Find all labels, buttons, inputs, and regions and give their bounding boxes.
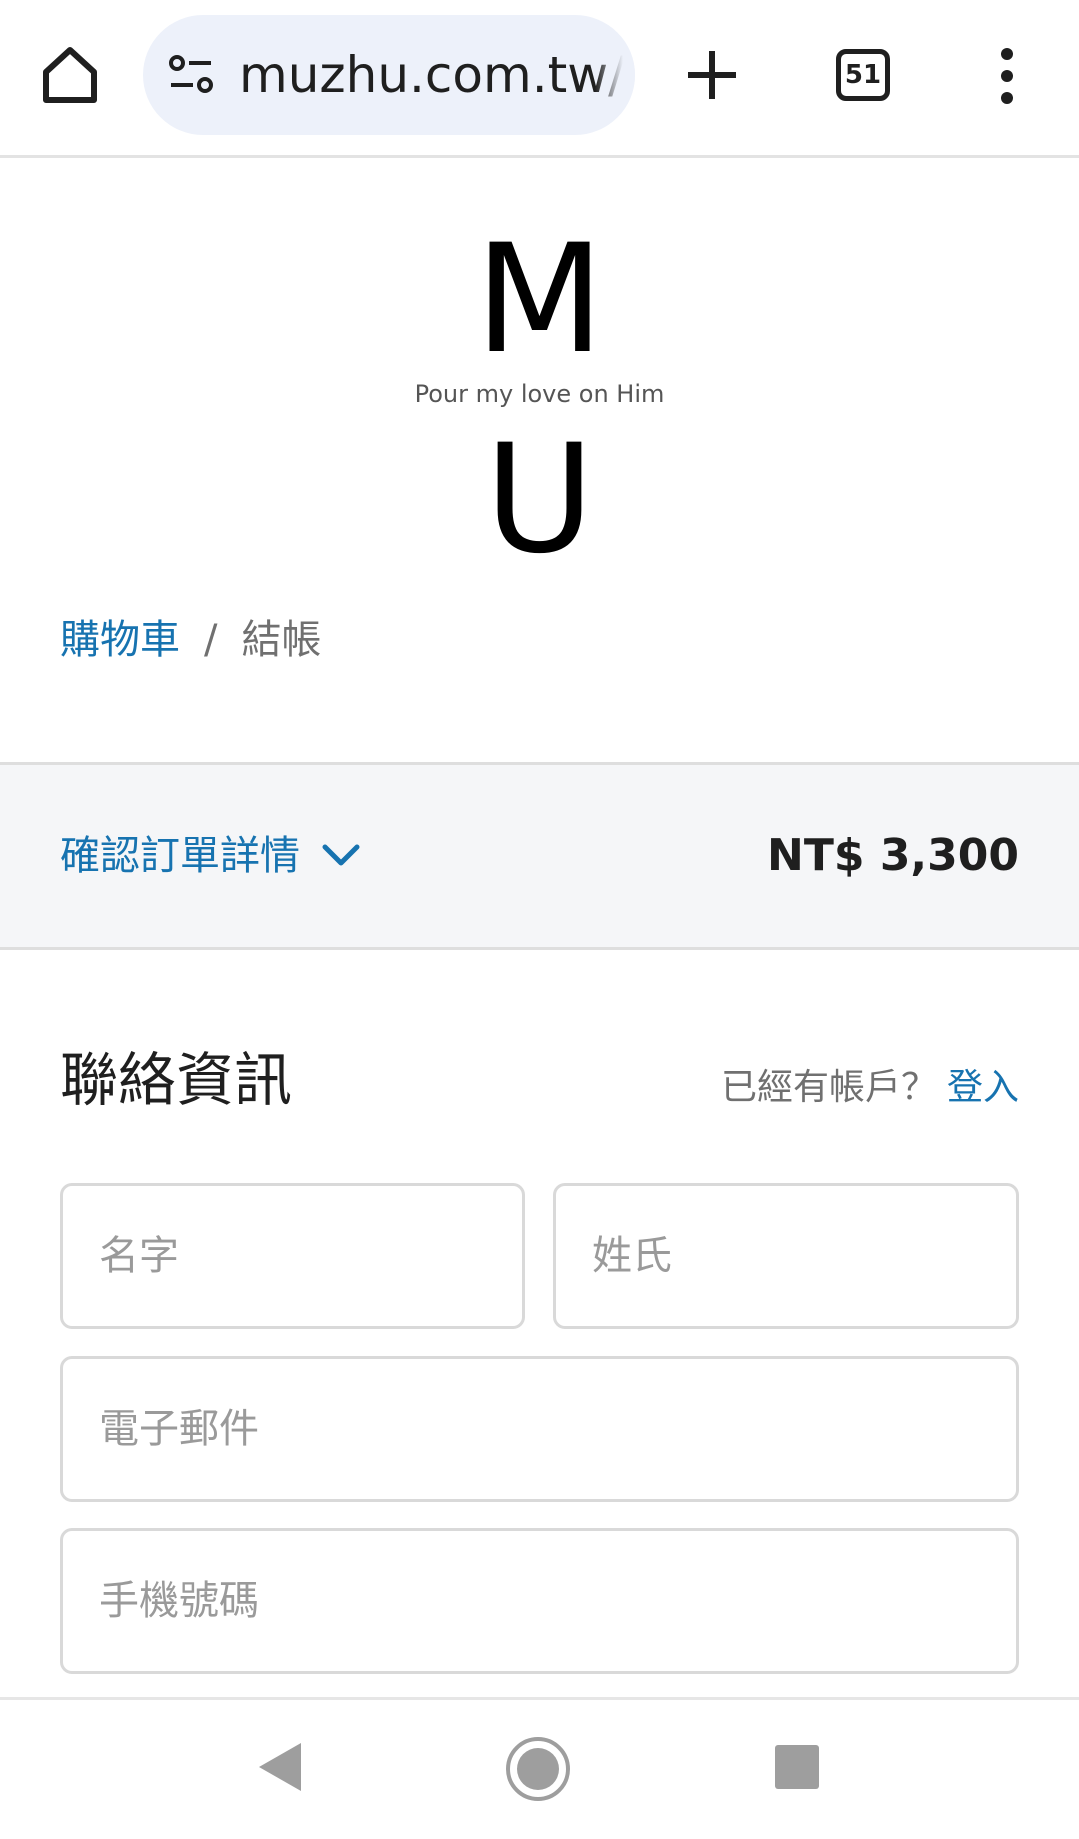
tab-count: 51: [844, 60, 882, 90]
browser-toolbar: muzhu.com.tw/ 51: [0, 0, 1079, 158]
email-field[interactable]: [60, 1356, 1019, 1502]
have-account-text: 已經有帳戶？: [720, 1067, 937, 1108]
order-summary-bar[interactable]: 確認訂單詳情 NT$ 3,300: [0, 762, 1079, 950]
breadcrumb: 購物車 / 結帳: [60, 610, 321, 670]
login-link[interactable]: 登入: [947, 1067, 1019, 1108]
login-prompt: 已經有帳戶？ 登入: [721, 1058, 1019, 1118]
email-input[interactable]: [63, 1359, 1016, 1499]
tune-icon[interactable]: [167, 51, 215, 99]
logo-letter-u[interactable]: U: [0, 425, 1079, 575]
order-total: NT$ 3,300: [767, 830, 1019, 881]
url-fade: [595, 15, 635, 135]
url-text[interactable]: muzhu.com.tw/: [239, 15, 625, 135]
phone-input[interactable]: [63, 1531, 1016, 1671]
back-triangle-icon[interactable]: [255, 1740, 305, 1794]
breadcrumb-current: 結帳: [241, 617, 322, 663]
recents-square-icon[interactable]: [774, 1744, 820, 1790]
logo-letter-m[interactable]: M: [0, 225, 1079, 375]
first-name-field[interactable]: [60, 1183, 525, 1329]
last-name-input[interactable]: [556, 1186, 1016, 1326]
contact-section-title: 聯絡資訊: [60, 1046, 293, 1114]
first-name-input[interactable]: [63, 1186, 522, 1326]
order-summary-toggle[interactable]: 確認訂單詳情: [60, 765, 300, 947]
tab-switcher-icon[interactable]: 51: [836, 49, 890, 101]
breadcrumb-cart-link[interactable]: 購物車: [60, 617, 180, 663]
home-icon[interactable]: [40, 44, 100, 106]
phone-field[interactable]: [60, 1528, 1019, 1674]
system-nav-bar: [0, 1697, 1079, 1839]
chevron-down-icon[interactable]: [320, 837, 362, 873]
breadcrumb-separator: /: [204, 617, 218, 663]
plus-icon[interactable]: [682, 45, 742, 105]
more-vert-icon[interactable]: [990, 46, 1024, 106]
home-circle-icon[interactable]: [505, 1736, 571, 1802]
logo-tagline: Pour my love on Him: [414, 380, 665, 408]
address-bar[interactable]: muzhu.com.tw/: [143, 15, 635, 135]
last-name-field[interactable]: [553, 1183, 1019, 1329]
